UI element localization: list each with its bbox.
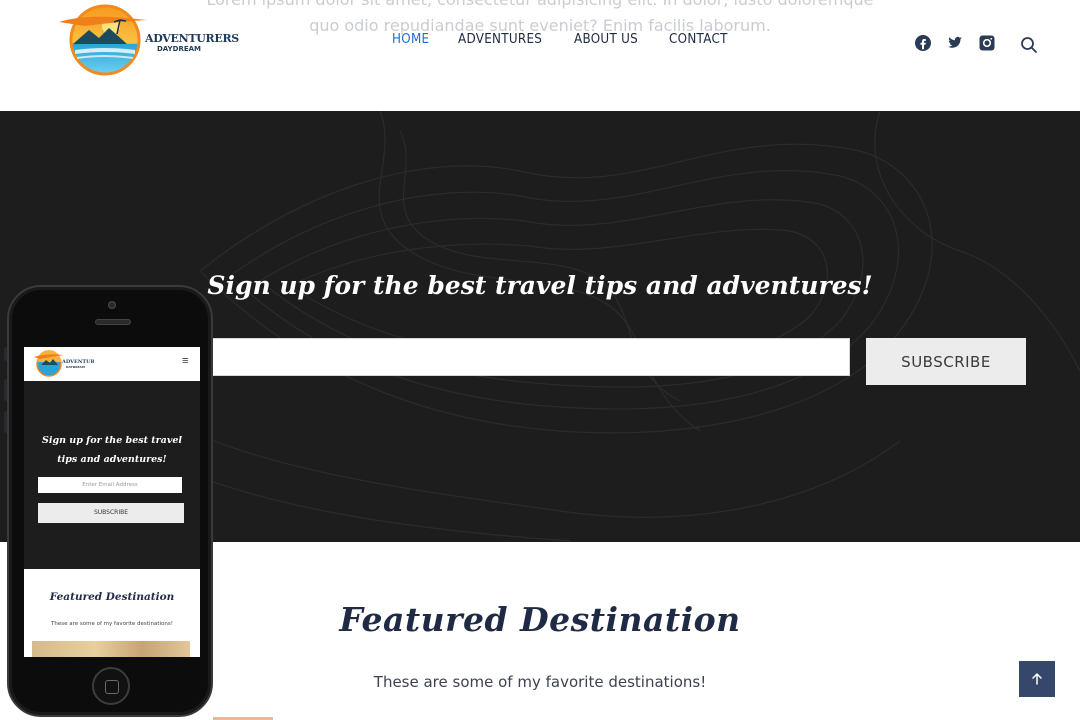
phone-volume-up [4,379,7,401]
phone-mute-switch [4,347,7,361]
phone-speaker [95,319,131,325]
phone-screen-header: ADVENTURERS DAYDREAM ≡ [24,347,200,381]
site-header: Lorem ipsum dolor sit amet, consectetur … [0,0,1080,111]
logo-text-primary: ADVENTURERS [145,32,239,45]
nav-home-link[interactable]: HOME [392,32,429,47]
instagram-icon[interactable] [978,34,996,52]
phone-camera [108,301,116,309]
subscribe-button[interactable]: SUBSCRIBE [866,338,1026,385]
phone-destination-image [32,641,190,657]
site-logo[interactable]: ADVENTURERS DAYDREAM [55,4,239,76]
phone-home-button [92,667,130,705]
nav-about-us-link[interactable]: ABOUT US [574,32,638,47]
phone-logo-icon: ADVENTURERS DAYDREAM [34,350,94,377]
phone-volume-down [4,411,7,433]
logo-text-secondary: DAYDREAM [157,45,201,53]
phone-newsletter-title: Sign up for the best travel tips and adv… [41,435,183,465]
email-input[interactable] [212,338,850,376]
facebook-icon[interactable] [914,34,932,52]
phone-email-input[interactable]: Enter Email Address [38,477,182,493]
phone-mockup: ADVENTURERS DAYDREAM ≡ Sign up for the b… [4,285,213,717]
phone-screen: ADVENTURERS DAYDREAM ≡ Sign up for the b… [24,347,200,657]
social-links [914,32,1038,54]
phone-menu-icon[interactable]: ≡ [182,355,188,367]
back-to-top-button[interactable] [1019,661,1055,697]
phone-featured-subtitle: These are some of my favorite destinatio… [51,621,173,627]
svg-text:DAYDREAM: DAYDREAM [66,365,85,369]
phone-subscribe-button[interactable]: SUBSCRIBE [38,503,184,523]
arrow-up-icon [1032,672,1042,685]
phone-featured-title: Featured Destination [49,591,175,603]
search-icon[interactable] [1020,36,1038,54]
nav-contact-link[interactable]: CONTACT [669,32,728,47]
page: Lorem ipsum dolor sit amet, consectetur … [0,0,1080,720]
nav-adventures-link[interactable]: ADVENTURES [458,32,542,47]
main-nav: HOME ADVENTURES ABOUT US CONTACT [392,32,732,47]
twitter-icon[interactable] [946,34,964,52]
